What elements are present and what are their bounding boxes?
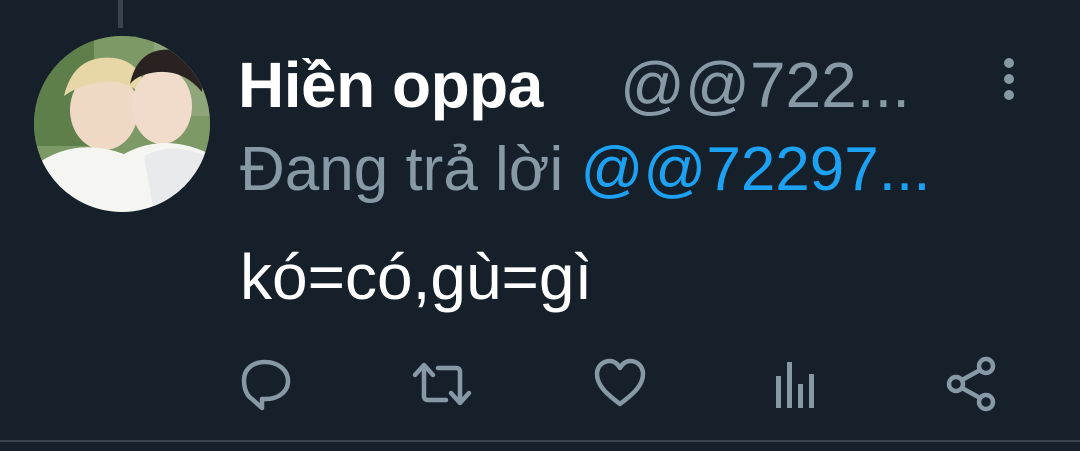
tweet-card[interactable]: Hiền oppa @@722... Đang trả lời @@72297.… <box>0 0 1080 451</box>
display-name[interactable]: Hiền oppa <box>238 48 543 122</box>
share-icon <box>946 356 996 412</box>
heart-icon <box>594 358 646 407</box>
share-button[interactable] <box>942 356 1002 416</box>
analytics-icon <box>776 362 814 408</box>
user-handle[interactable]: @@722... <box>620 48 930 122</box>
tweet-actions <box>238 356 1008 416</box>
analytics-button[interactable] <box>768 356 828 416</box>
replying-to-line: Đang trả lời @@72297... <box>240 134 1040 214</box>
tweet-divider <box>0 440 1080 442</box>
reply-button[interactable] <box>238 356 298 416</box>
retweet-button[interactable] <box>410 356 472 416</box>
avatar[interactable] <box>34 36 210 212</box>
tweet-text: kó=có,gù=gì <box>240 241 593 313</box>
retweet-icon <box>412 362 472 406</box>
reply-to-handle-link[interactable]: @@72297... <box>580 135 930 204</box>
replying-to-label: Đang trả lời <box>240 135 564 204</box>
avatar-image <box>34 36 210 212</box>
more-vertical-icon[interactable] <box>1000 58 1018 106</box>
like-button[interactable] <box>592 356 652 416</box>
tweet-header: Hiền oppa @@722... <box>238 44 1028 124</box>
thread-connector-line <box>118 0 123 28</box>
reply-icon <box>241 359 291 411</box>
